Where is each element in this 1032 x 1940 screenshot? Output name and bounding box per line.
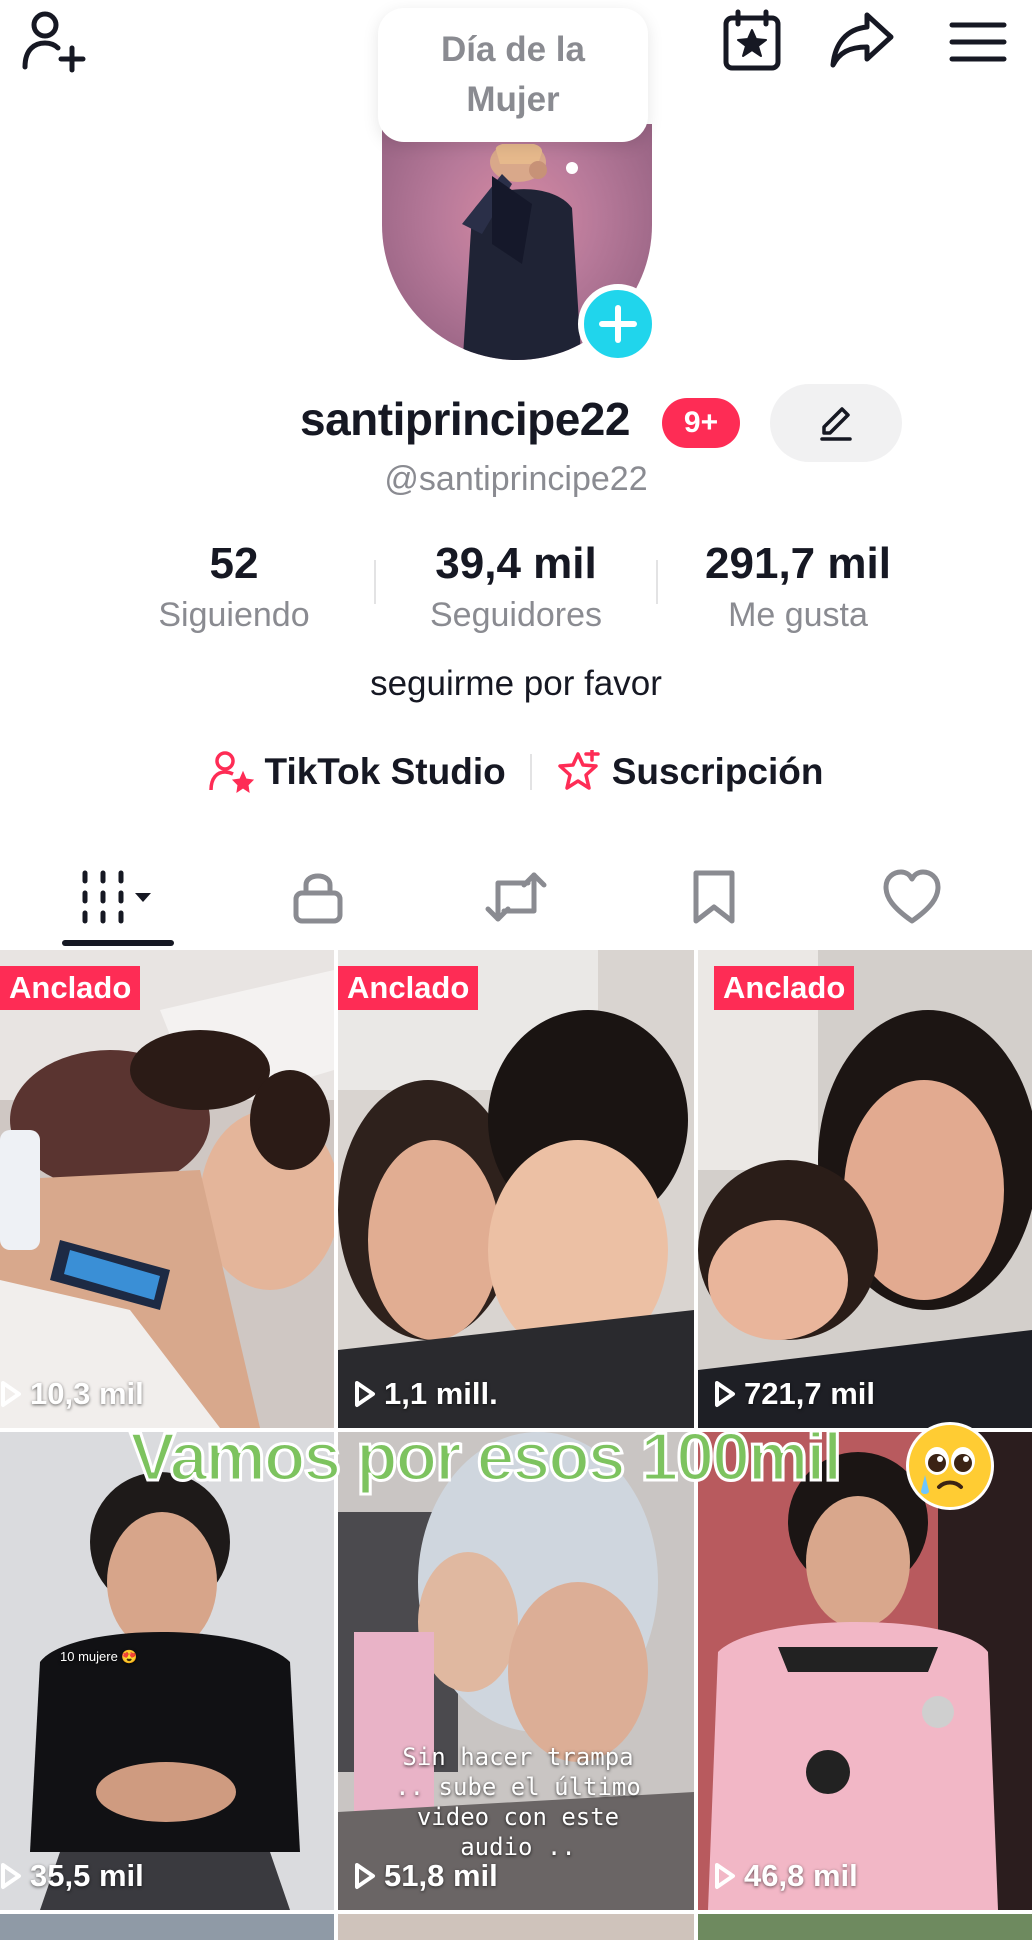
view-count: 1,1 mill. (354, 1376, 498, 1412)
stat-likes-value: 291,7 mil (705, 539, 891, 588)
stat-divider (656, 560, 658, 604)
view-count-value: 35,5 mil (30, 1858, 144, 1893)
stat-followers-value: 39,4 mil (435, 539, 597, 588)
view-count-value: 51,8 mil (384, 1858, 498, 1893)
view-count: 10,3 mil (0, 1376, 144, 1412)
heart-icon (883, 869, 941, 924)
tab-favorites[interactable] (614, 850, 814, 944)
video-caption: Sin hacer trampa .. sube el último video… (395, 1743, 641, 1861)
play-icon (355, 1863, 375, 1889)
stat-followers-label: Seguidores (429, 596, 602, 634)
view-count-value: 10,3 mil (30, 1376, 144, 1411)
play-icon (715, 1381, 735, 1407)
video-thumbnail (698, 950, 1032, 1428)
bio: seguirme por favor (370, 664, 662, 703)
overlay-caption: Vamos por esos 100mil (128, 1418, 843, 1497)
play-icon (355, 1381, 375, 1407)
link-divider (529, 754, 532, 790)
view-count: 35,5 mil (0, 1858, 144, 1894)
stat-likes[interactable]: 291,7 mil Me gusta (668, 536, 928, 638)
video-tile[interactable]: Anclado 1,1 mill. (338, 950, 694, 1428)
profile-links: TikTok Studio Suscripción (0, 750, 1032, 794)
video-tile[interactable] (698, 1914, 1032, 1940)
play-icon (715, 1863, 735, 1889)
video-tile[interactable]: Sin hacer trampa .. sube el último video… (338, 1432, 694, 1910)
hamburger-icon[interactable] (942, 10, 1014, 74)
add-user-icon[interactable] (18, 6, 90, 78)
view-count: 46,8 mil (714, 1858, 858, 1894)
profile-tabs (0, 850, 1032, 950)
pinned-badge: Anclado (0, 966, 141, 1010)
add-avatar-button[interactable] (578, 284, 658, 364)
stat-likes-label: Me gusta (728, 596, 868, 634)
tiktok-studio-link[interactable]: TikTok Studio (208, 750, 506, 794)
username: santiprincipe22 (300, 393, 630, 445)
play-icon (1, 1863, 21, 1889)
view-count-value: 1,1 mill. (384, 1376, 498, 1411)
stat-followers[interactable]: 39,4 mil Seguidores (386, 536, 646, 638)
view-count-value: 721,7 mil (744, 1376, 875, 1411)
notification-badge[interactable]: 9+ (662, 398, 740, 448)
repost-icon (485, 872, 547, 922)
stat-following-label: Siguiendo (158, 596, 310, 634)
holiday-bubble[interactable]: Día de la Mujer (378, 8, 648, 142)
calendar-star-icon[interactable] (716, 4, 788, 76)
video-tile[interactable] (0, 1914, 334, 1940)
subscription-label: Suscripción (611, 751, 824, 792)
subscription-link[interactable]: Suscripción (556, 750, 824, 794)
pinned-badge: Anclado (714, 966, 855, 1010)
video-caption: 10 mujere 😍 (60, 1649, 138, 1664)
stat-following-value: 52 (209, 539, 259, 588)
video-thumbnail (0, 950, 334, 1428)
pencil-icon (820, 407, 852, 441)
tab-liked[interactable] (812, 850, 1012, 944)
holiday-bubble-text: Día de la Mujer (441, 30, 585, 119)
tab-reposts[interactable] (416, 850, 616, 944)
share-icon[interactable] (826, 4, 898, 76)
stat-following[interactable]: 52 Siguiendo (104, 536, 364, 638)
video-tile[interactable]: Anclado 721,7 mil (698, 950, 1032, 1428)
subscription-star-icon (557, 750, 600, 790)
edit-profile-button[interactable] (770, 384, 902, 462)
user-handle: @santiprincipe22 (384, 460, 648, 498)
stat-divider (374, 560, 376, 604)
video-tile[interactable]: 10 mujere 😍 35,5 mil (0, 1432, 334, 1910)
view-count: 721,7 mil (714, 1376, 875, 1412)
bubble-dot (566, 162, 578, 174)
view-count: 51,8 mil (354, 1858, 498, 1894)
grid-icon (82, 870, 151, 924)
pinned-badge: Anclado (338, 966, 479, 1010)
view-count-value: 46,8 mil (744, 1858, 858, 1893)
pleading-face-emoji (906, 1422, 994, 1510)
bookmark-icon (693, 870, 735, 924)
tab-private[interactable] (218, 850, 418, 944)
active-tab-indicator (62, 940, 174, 946)
tab-videos-grid[interactable] (20, 850, 220, 944)
tiktok-studio-label: TikTok Studio (264, 751, 506, 792)
avatar-photo (462, 144, 582, 360)
plus-icon (599, 305, 637, 343)
lock-icon (293, 873, 343, 924)
play-icon (1, 1381, 21, 1407)
studio-icon (208, 751, 254, 794)
video-thumbnail (338, 950, 694, 1428)
video-tile[interactable]: Anclado 10,3 mil (0, 950, 334, 1428)
video-tile[interactable] (338, 1914, 694, 1940)
